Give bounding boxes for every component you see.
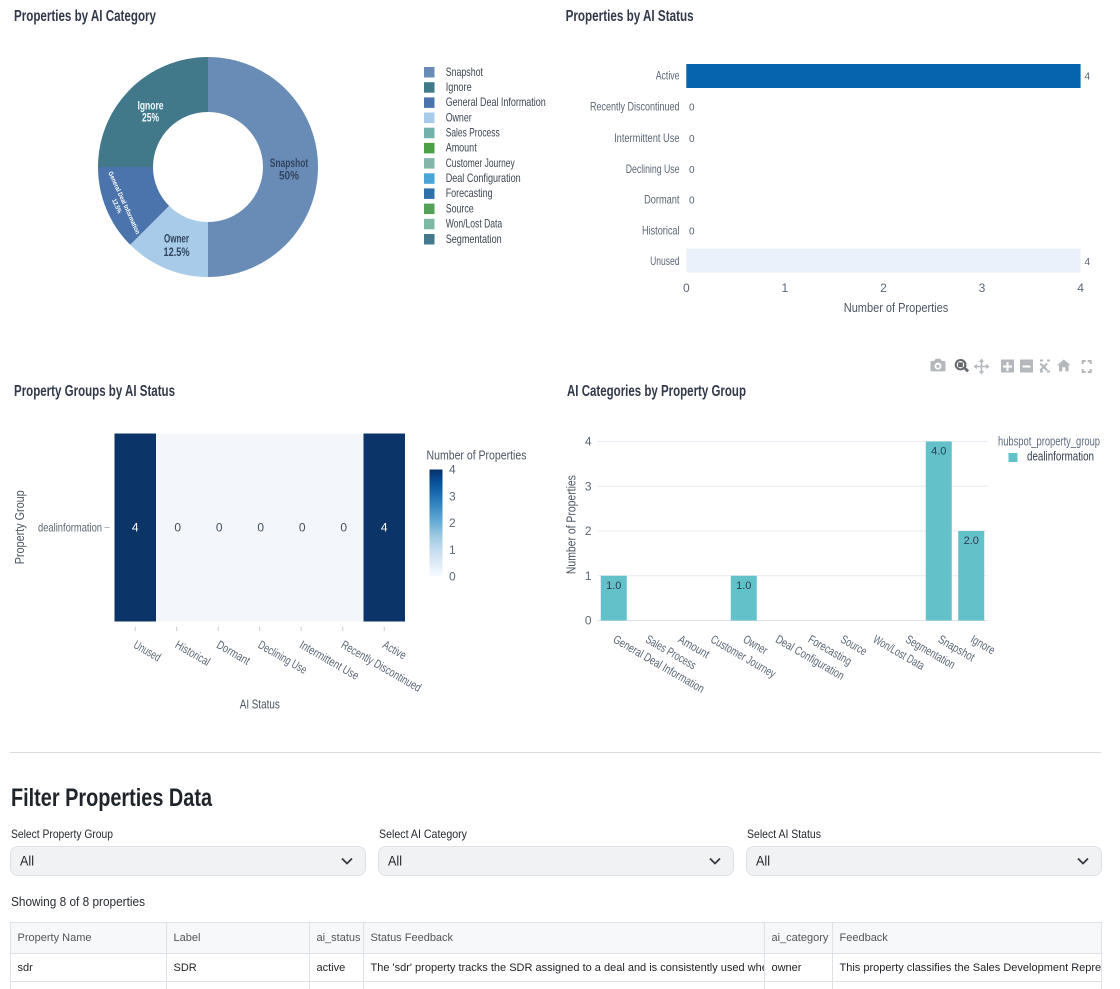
- svg-text:Property Group: Property Group: [12, 490, 27, 564]
- svg-text:2.0: 2.0: [964, 535, 979, 547]
- svg-text:Dormant: Dormant: [644, 193, 680, 207]
- svg-text:Owner: Owner: [164, 232, 189, 246]
- svg-text:0: 0: [689, 103, 695, 114]
- svg-text:12.5%: 12.5%: [164, 245, 190, 259]
- svg-text:Unused: Unused: [131, 638, 163, 665]
- svg-text:Select AI Status: Select AI Status: [747, 827, 821, 841]
- svg-text:All: All: [388, 854, 402, 869]
- svg-text:0: 0: [585, 614, 592, 628]
- svg-text:AI Status: AI Status: [240, 697, 280, 712]
- svg-text:Forecasting: Forecasting: [446, 186, 493, 200]
- svg-text:1: 1: [449, 543, 456, 557]
- svg-text:Amount: Amount: [446, 141, 477, 155]
- svg-text:4: 4: [1085, 257, 1091, 268]
- svg-text:Number of Properties: Number of Properties: [844, 300, 949, 315]
- svg-text:Number of Properties: Number of Properties: [564, 475, 579, 574]
- svg-text:Historical: Historical: [173, 638, 213, 669]
- svg-text:Select AI Category: Select AI Category: [379, 827, 467, 841]
- svg-text:dealinformation: dealinformation: [1027, 449, 1094, 464]
- svg-text:Source: Source: [446, 201, 474, 215]
- svg-text:Declining Use: Declining Use: [626, 162, 680, 176]
- svg-text:Snapshot: Snapshot: [446, 65, 484, 79]
- svg-text:0: 0: [683, 281, 690, 295]
- svg-text:0: 0: [689, 165, 695, 176]
- svg-text:hubspot_property_group: hubspot_property_group: [998, 434, 1100, 449]
- svg-text:3: 3: [449, 489, 456, 503]
- svg-text:0: 0: [299, 521, 306, 535]
- svg-text:4: 4: [1077, 281, 1084, 295]
- svg-text:dealinformation: dealinformation: [38, 521, 102, 535]
- svg-text:4: 4: [381, 521, 388, 535]
- svg-text:All: All: [20, 854, 34, 869]
- svg-text:Active: Active: [380, 638, 409, 663]
- svg-text:AI Categories by Property Grou: AI Categories by Property Group: [567, 383, 746, 400]
- svg-text:Properties by AI Status: Properties by AI Status: [566, 8, 694, 25]
- svg-text:0: 0: [689, 134, 695, 145]
- svg-text:Properties by AI Category: Properties by AI Category: [14, 8, 156, 25]
- svg-text:Deal Configuration: Deal Configuration: [446, 171, 521, 185]
- svg-text:4: 4: [585, 435, 592, 449]
- svg-text:0: 0: [174, 521, 181, 535]
- svg-text:1.0: 1.0: [736, 580, 751, 592]
- svg-text:3: 3: [979, 281, 986, 295]
- svg-text:0: 0: [340, 521, 347, 535]
- svg-text:Intermittent Use: Intermittent Use: [614, 131, 680, 145]
- svg-text:Won/Lost Data: Won/Lost Data: [446, 217, 503, 231]
- svg-text:Sales Process: Sales Process: [446, 126, 500, 140]
- svg-text:2: 2: [585, 524, 592, 538]
- svg-text:All: All: [756, 854, 770, 869]
- svg-text:0: 0: [449, 570, 456, 584]
- svg-text:Select Property Group: Select Property Group: [11, 827, 113, 841]
- svg-text:1: 1: [782, 281, 789, 295]
- svg-text:General Deal Information: General Deal Information: [446, 95, 546, 109]
- svg-text:1.0: 1.0: [606, 580, 621, 592]
- svg-text:4: 4: [1085, 72, 1091, 83]
- svg-text:Showing 8 of 8 properties: Showing 8 of 8 properties: [11, 895, 145, 909]
- svg-text:Segmentation: Segmentation: [446, 232, 502, 246]
- svg-text:Dormant: Dormant: [214, 638, 253, 668]
- svg-text:0: 0: [689, 196, 695, 207]
- svg-text:Property Groups by AI Status: Property Groups by AI Status: [14, 383, 175, 400]
- svg-text:4: 4: [132, 521, 139, 535]
- svg-text:25%: 25%: [142, 110, 159, 124]
- svg-text:Historical: Historical: [642, 223, 680, 237]
- svg-text:0: 0: [257, 521, 264, 535]
- svg-text:50%: 50%: [279, 168, 299, 182]
- svg-text:4: 4: [449, 463, 456, 477]
- svg-text:Customer Journey: Customer Journey: [446, 156, 515, 170]
- svg-text:0: 0: [216, 521, 223, 535]
- svg-text:Active: Active: [656, 69, 680, 83]
- svg-text:Recently Discontinued: Recently Discontinued: [590, 100, 680, 114]
- svg-text:3: 3: [585, 479, 592, 493]
- svg-text:2: 2: [449, 516, 456, 530]
- svg-text:Owner: Owner: [446, 110, 472, 124]
- svg-text:Number of Properties: Number of Properties: [427, 448, 527, 463]
- svg-text:2: 2: [880, 281, 887, 295]
- svg-text:1: 1: [585, 569, 592, 583]
- svg-text:0: 0: [689, 226, 695, 237]
- svg-text:Filter Properties Data: Filter Properties Data: [11, 784, 213, 812]
- svg-text:Unused: Unused: [650, 254, 679, 268]
- svg-text:Ignore: Ignore: [446, 80, 472, 94]
- svg-text:4.0: 4.0: [931, 446, 946, 458]
